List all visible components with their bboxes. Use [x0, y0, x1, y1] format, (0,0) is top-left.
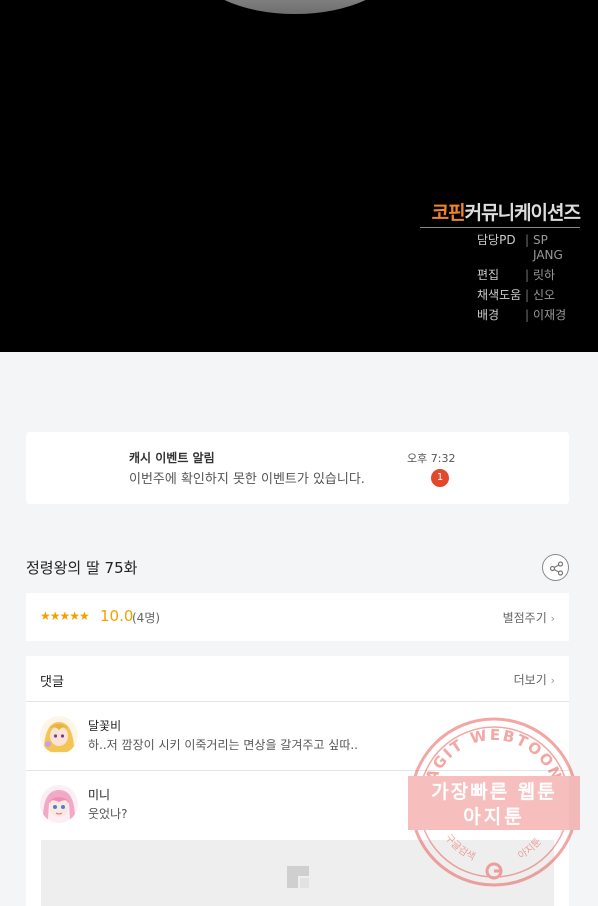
- credit-row: 담당PD | SP JANG: [477, 233, 563, 262]
- comment-author: 미니: [88, 788, 111, 802]
- event-notification-card[interactable]: 캐시 이벤트 알림 오후 7:32 이번주에 확인하지 못한 이벤트가 있습니다…: [26, 432, 569, 504]
- rating-score: 10.0: [100, 607, 134, 625]
- credit-row: 편집 | 릿하: [477, 268, 556, 282]
- image-placeholder-icon: [287, 866, 309, 888]
- chevron-right-icon: ›: [550, 612, 555, 625]
- comic-credits: 코핀커뮤니케이션즈 담당PD | SP JANG 편집 | 릿하 채색도움 | 신오 배경 |…: [420, 198, 581, 323]
- credit-row: 채색도움 | 신오: [477, 288, 556, 302]
- credit-row: 배경 | 이재경: [477, 308, 567, 322]
- notification-time: 오후 7:32: [407, 452, 456, 465]
- comments-label: 댓글: [40, 675, 64, 690]
- google-logo-icon: [485, 862, 503, 880]
- svg-text:구글검색: 구글검색: [442, 833, 477, 863]
- notification-count-badge: 1: [431, 469, 449, 487]
- notification-body: 이번주에 확인하지 못한 이벤트가 있습니다.: [129, 472, 365, 487]
- studio-logo: 코핀커뮤니케이션즈: [420, 198, 581, 228]
- comments-more-button[interactable]: 더보기 ›: [514, 671, 555, 688]
- episode-title: 정령왕의 딸 75화: [26, 559, 138, 577]
- share-button[interactable]: [542, 554, 569, 581]
- rating-bar: ★★★★★ 10.0 (4명) 별점주기 ›: [26, 593, 569, 641]
- watermark-bottom-left: 구글검색: [442, 833, 477, 863]
- rate-button-label: 별점주기: [502, 611, 547, 625]
- comments-header: 댓글 더보기 ›: [26, 656, 569, 702]
- notification-title: 캐시 이벤트 알림: [129, 451, 215, 465]
- more-label: 더보기: [513, 673, 547, 687]
- watermark-line2: 아지툰: [463, 806, 525, 828]
- svg-text:아지툰: 아지툰: [516, 836, 544, 862]
- comment-author: 달꽃비: [88, 719, 122, 733]
- watermark-bottom-right: 아지툰: [516, 836, 544, 862]
- rating-stars: ★★★★★: [40, 609, 90, 623]
- comic-panel: 코핀커뮤니케이션즈 담당PD | SP JANG 편집 | 릿하 채색도움 | 신오 배경 |…: [0, 0, 598, 352]
- watermark-line1: 가장빠른 웹툰: [431, 781, 557, 803]
- avatar: [40, 716, 78, 754]
- rate-button[interactable]: 별점주기 ›: [503, 609, 555, 626]
- chevron-right-icon: ›: [550, 674, 555, 687]
- comment-text: 웃었나?: [88, 807, 128, 821]
- watermark-stamp: AGIT WEBTOON 구글검색 아지툰 가장빠른 웹툰 아지툰: [408, 716, 580, 888]
- comment-text: 하..저 깜장이 시키 이죽거리는 면상을 갈겨주고 싶따..: [88, 738, 358, 752]
- rating-count: (4명): [132, 611, 161, 625]
- avatar: [40, 785, 78, 823]
- comic-artwork-bowl: [195, 0, 395, 14]
- share-icon: [549, 561, 564, 576]
